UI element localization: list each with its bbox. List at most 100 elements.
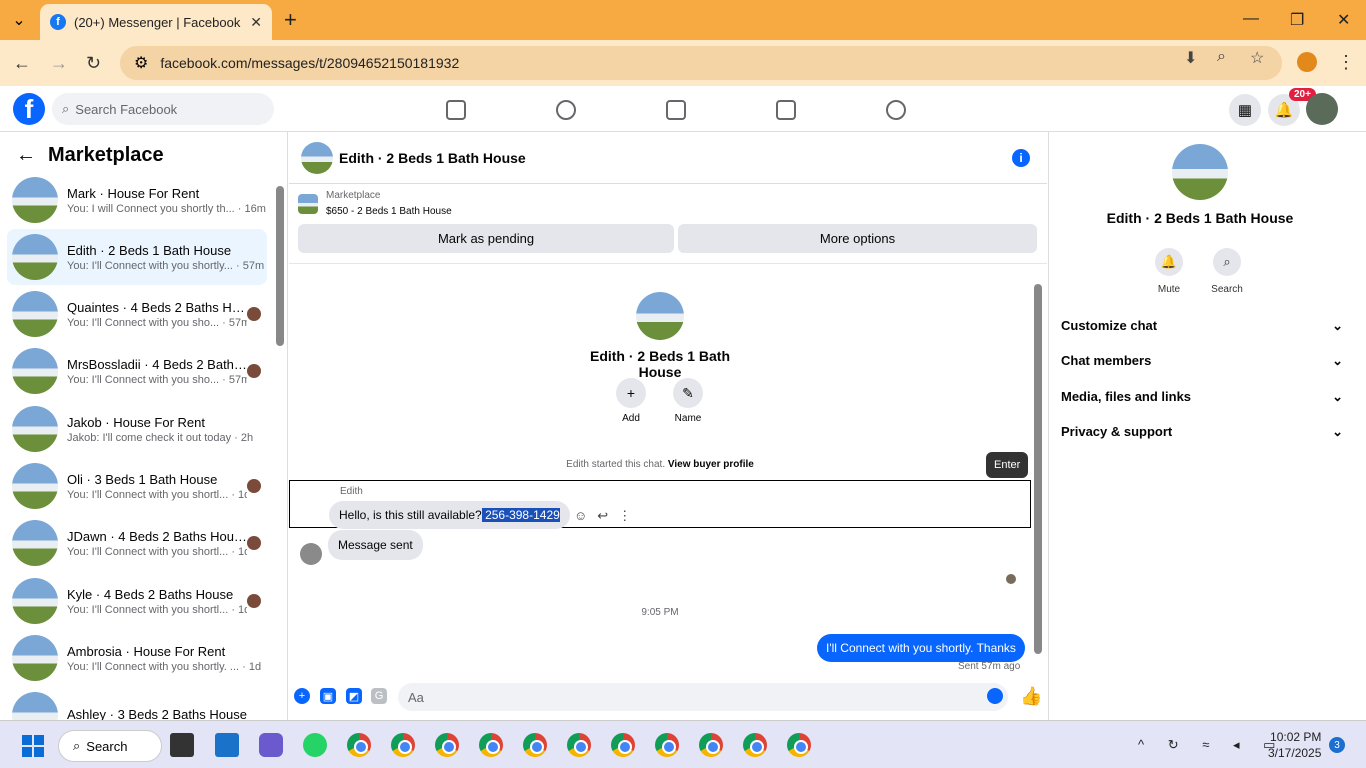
browser-profile-avatar[interactable] (1297, 52, 1317, 72)
emoji-icon[interactable] (987, 688, 1003, 704)
windows-taskbar: ⌕ Search ^ ↻ ≈ ◂ ▭ 10:02 PM 3/17/2025 3 (0, 720, 1366, 768)
home-icon[interactable] (446, 100, 466, 120)
install-app-icon[interactable]: ⬇ (1184, 48, 1197, 68)
chat-title[interactable]: Edith · 2 Beds 1 Bath House (339, 150, 526, 166)
info-icon[interactable]: i (1012, 149, 1030, 167)
address-bar[interactable]: ⚙ facebook.com/messages/t/28094652150181… (120, 46, 1282, 80)
close-tab-icon[interactable]: ✕ (250, 14, 262, 31)
back-arrow-icon[interactable]: ← (16, 144, 36, 167)
account-avatar[interactable] (1306, 93, 1338, 125)
add-person-icon: + (616, 378, 646, 408)
groups-icon[interactable] (886, 100, 906, 120)
bookmark-star-icon[interactable]: ☆ (1250, 48, 1264, 68)
chevron-down-icon: ⌄ (1332, 389, 1343, 404)
conversation-item[interactable]: Oli · 3 Beds 1 Bath House You: I'll Conne… (7, 458, 267, 514)
facebook-logo-icon[interactable]: f (13, 93, 45, 125)
incoming-message-bubble[interactable]: Message sent (328, 530, 423, 560)
conversation-item[interactable]: JDawn · 4 Beds 2 Baths House You: I'll Co… (7, 515, 267, 571)
reply-icon[interactable]: ↩ (597, 508, 618, 523)
chrome-icon[interactable] (479, 733, 503, 757)
close-window-button[interactable]: ✕ (1337, 10, 1350, 30)
details-name: Edith · 2 Beds 1 Bath House (1106, 210, 1294, 226)
task-view-icon[interactable] (170, 733, 194, 757)
forward-button[interactable]: → (50, 53, 68, 74)
teams-icon[interactable] (259, 733, 283, 757)
clock[interactable]: 10:02 PM 3/17/2025 (1268, 729, 1321, 761)
widgets-icon[interactable] (215, 733, 239, 757)
back-button[interactable]: ← (13, 53, 31, 74)
chat-scrollbar[interactable] (1034, 284, 1042, 654)
browser-menu-icon[interactable]: ⋮ (1337, 52, 1355, 73)
chrome-icon[interactable] (743, 733, 767, 757)
conversation-item[interactable]: Kyle · 4 Beds 2 Baths House You: I'll Con… (7, 573, 267, 629)
chrome-icon[interactable] (567, 733, 591, 757)
incoming-message-bubble[interactable]: Hello, is this still available? 256-398-… (329, 501, 570, 529)
view-buyer-profile-link[interactable]: View buyer profile (668, 459, 754, 470)
restore-window-button[interactable]: ❐ (1290, 10, 1304, 30)
tab-search-dropdown[interactable]: ⌄ (8, 9, 30, 31)
chrome-icon[interactable] (435, 733, 459, 757)
conversation-item[interactable]: Quaintes · 4 Beds 2 Baths Ho... You: I'll… (7, 286, 267, 342)
mark-as-pending-button[interactable]: Mark as pending (298, 224, 674, 253)
pages-flag-icon[interactable] (666, 100, 686, 120)
like-thumb-icon[interactable]: 👍 (1020, 686, 1042, 707)
chat-members-section[interactable]: Chat members ⌄ (1061, 353, 1343, 369)
conversation-item-active[interactable]: Edith · 2 Beds 1 Bath House You: I'll Con… (7, 229, 267, 285)
conversation-item[interactable]: Jakob · House For Rent Jakob: I'll come c… (7, 401, 267, 457)
minimize-window-button[interactable]: — (1243, 10, 1259, 28)
left-scrollbar[interactable] (276, 186, 284, 346)
media-files-links-section[interactable]: Media, files and links ⌄ (1061, 389, 1343, 405)
conversation-item[interactable]: Ambrosia · House For Rent You: I'll Conne… (7, 630, 267, 686)
notification-count-badge[interactable]: 3 (1329, 737, 1345, 753)
reload-button[interactable]: ↻ (86, 53, 101, 74)
site-info-icon[interactable]: ⚙ (134, 53, 148, 73)
add-people-button[interactable]: + Add (606, 378, 656, 424)
conversation-item[interactable]: Ashley · 3 Beds 2 Baths House (7, 687, 267, 720)
system-tray[interactable]: ^ ↻ ≈ ◂ ▭ (1138, 737, 1285, 753)
marketplace-listing-banner[interactable]: Marketplace $650 - 2 Beds 1 Bath House (298, 190, 452, 217)
customize-chat-section[interactable]: Customize chat ⌄ (1061, 318, 1343, 334)
privacy-support-section[interactable]: Privacy & support ⌄ (1061, 424, 1343, 440)
outgoing-message-bubble[interactable]: I'll Connect with you shortly. Thanks (817, 634, 1025, 662)
conversation-name: JDawn · 4 Beds 2 Baths House (67, 528, 247, 544)
browser-tab-messenger[interactable]: f (20+) Messenger | Facebook ✕ (40, 4, 272, 40)
new-tab-button[interactable]: + (284, 9, 297, 31)
windows-start-icon[interactable] (22, 735, 44, 757)
chrome-icon[interactable] (655, 733, 679, 757)
plus-icon[interactable]: + (294, 688, 310, 704)
search-icon: ⌕ (73, 738, 81, 753)
listing-thumbnail (12, 234, 58, 280)
listing-thumbnail (12, 520, 58, 566)
sticker-icon[interactable]: ◩ (346, 688, 362, 704)
search-in-chat-button[interactable]: ⌕ Search (1202, 248, 1252, 295)
chrome-icon[interactable] (611, 733, 635, 757)
focused-message-row: Edith Hello, is this still available? 25… (289, 480, 1031, 529)
bell-icon: 🔔 (1155, 248, 1183, 276)
conversation-item[interactable]: Mark · House For Rent You: I will Connect… (7, 172, 267, 228)
taskbar-search[interactable]: ⌕ Search (58, 730, 162, 762)
react-icon[interactable]: ☺ (574, 508, 597, 523)
sender-name: Edith (340, 486, 363, 497)
more-options-button[interactable]: More options (678, 224, 1037, 253)
edit-name-button[interactable]: ✎ Name (663, 378, 713, 424)
menu-grid-icon[interactable]: ▦ (1229, 94, 1261, 126)
more-icon[interactable]: ⋮ (618, 508, 641, 523)
message-actions: ☺↩⋮ (574, 508, 641, 524)
conversation-item[interactable]: MrsBossladii · 4 Beds 2 Baths ... You: I'… (7, 343, 267, 399)
zoom-icon[interactable]: ⌕ (1217, 48, 1226, 66)
gif-icon[interactable]: G (371, 688, 387, 704)
friends-icon[interactable] (556, 100, 576, 120)
chevron-down-icon: ⌄ (1332, 353, 1343, 368)
facebook-search-input[interactable]: ⌕ Search Facebook (52, 93, 274, 125)
marketplace-icon[interactable] (776, 100, 796, 120)
chrome-icon-active[interactable] (523, 733, 547, 757)
mute-button[interactable]: 🔔 Mute (1144, 248, 1194, 295)
chrome-icon[interactable] (699, 733, 723, 757)
whatsapp-icon[interactable] (303, 733, 327, 757)
chrome-icon[interactable] (391, 733, 415, 757)
message-input[interactable]: Aa (398, 683, 1008, 711)
chat-avatar[interactable] (301, 141, 333, 174)
chrome-icon[interactable] (347, 733, 371, 757)
photo-icon[interactable]: ▣ (320, 688, 336, 704)
chrome-icon[interactable] (787, 733, 811, 757)
